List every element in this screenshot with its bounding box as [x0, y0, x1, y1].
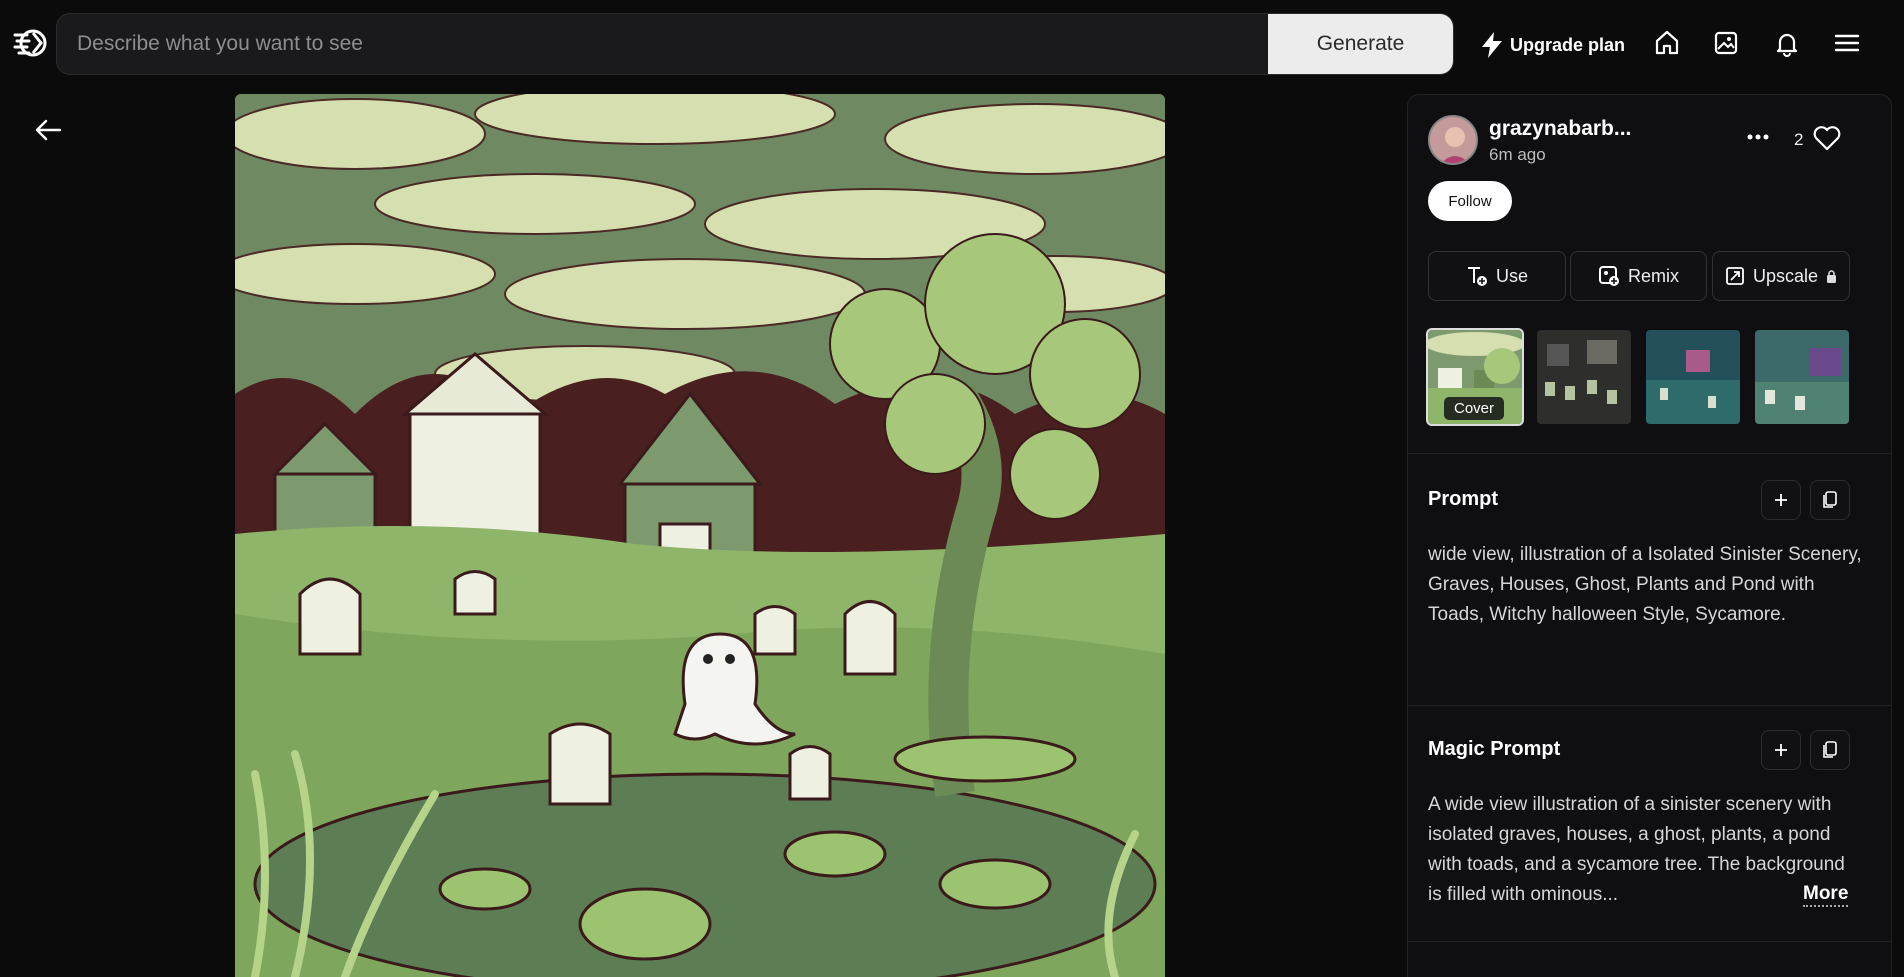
- upscale-button[interactable]: Upscale: [1712, 251, 1850, 301]
- remix-label: Remix: [1627, 265, 1679, 286]
- menu-icon[interactable]: [1830, 26, 1864, 60]
- prompt-title: Prompt: [1428, 488, 1498, 510]
- bolt-icon: [1482, 32, 1502, 58]
- upgrade-plan-label: Upgrade plan: [1510, 34, 1626, 55]
- image-details-panel: grazynabarb... 6m ago 2 Follow Use Remix: [1407, 94, 1892, 977]
- bell-icon[interactable]: [1770, 26, 1804, 60]
- cover-badge: Cover: [1444, 397, 1505, 420]
- magic-prompt-text: A wide view illustration of a sinister s…: [1428, 794, 1845, 905]
- text-plus-icon: [1467, 267, 1487, 286]
- thumbnail-4[interactable]: [1755, 330, 1849, 424]
- plus-icon: [1775, 744, 1787, 756]
- copy-icon: [1823, 491, 1837, 508]
- add-prompt-button[interactable]: [1761, 480, 1801, 520]
- thumbnail-1[interactable]: Cover: [1426, 328, 1524, 426]
- home-icon[interactable]: [1650, 26, 1684, 60]
- add-magic-prompt-button[interactable]: [1761, 730, 1801, 770]
- follow-button[interactable]: Follow: [1428, 181, 1512, 221]
- upscale-label: Upscale: [1752, 265, 1819, 286]
- divider: [1408, 941, 1891, 942]
- prompt-text: wide view, illustration of a Isolated Si…: [1428, 544, 1862, 625]
- copy-prompt-button[interactable]: [1810, 480, 1850, 520]
- more-options-icon[interactable]: [1742, 123, 1774, 151]
- generate-button[interactable]: Generate: [1268, 14, 1453, 74]
- time-ago: 6m ago: [1489, 145, 1546, 164]
- username[interactable]: grazynabarb...: [1489, 117, 1631, 141]
- lock-icon: [1827, 269, 1837, 283]
- remix-button[interactable]: Remix: [1570, 251, 1707, 301]
- copy-magic-prompt-button[interactable]: [1810, 730, 1850, 770]
- upgrade-plan-link[interactable]: Upgrade plan: [1482, 28, 1625, 62]
- heart-icon[interactable]: [1813, 125, 1843, 153]
- use-label: Use: [1495, 265, 1528, 286]
- use-button[interactable]: Use: [1428, 251, 1566, 301]
- search-input[interactable]: [57, 14, 1268, 74]
- thumbnail-3[interactable]: [1646, 330, 1740, 424]
- back-button[interactable]: [30, 112, 66, 148]
- divider: [1408, 705, 1891, 706]
- avatar[interactable]: [1428, 115, 1478, 165]
- gallery-icon[interactable]: [1709, 26, 1743, 60]
- graveyard-illustration: [235, 94, 1165, 977]
- upscale-icon: [1726, 267, 1744, 285]
- like-count: 2: [1794, 130, 1804, 149]
- plus-icon: [1775, 494, 1787, 506]
- divider: [1408, 453, 1891, 454]
- arrow-left-icon: [35, 119, 62, 141]
- more-link[interactable]: More: [1803, 883, 1849, 907]
- remix-icon: [1598, 266, 1619, 286]
- copy-icon: [1823, 741, 1837, 758]
- logo-icon[interactable]: [12, 24, 50, 62]
- top-bar: Generate Upgrade plan: [0, 0, 1904, 88]
- magic-prompt-title: Magic Prompt: [1428, 738, 1561, 760]
- thumbnail-2[interactable]: [1537, 330, 1631, 424]
- generated-image[interactable]: [235, 94, 1165, 977]
- search-bar: Generate: [56, 13, 1454, 75]
